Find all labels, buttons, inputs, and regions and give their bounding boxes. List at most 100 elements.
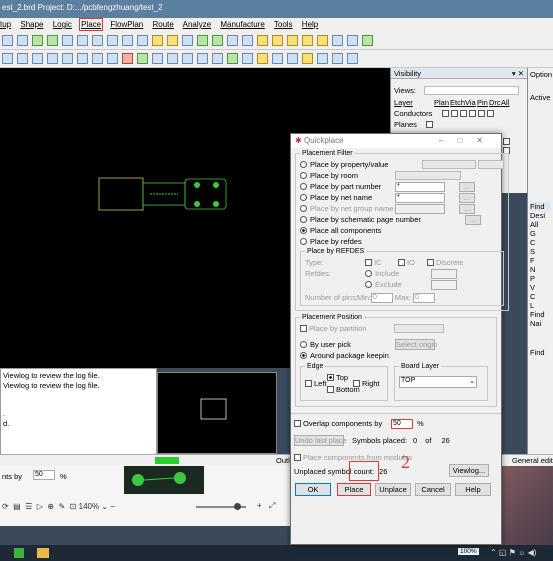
overlap-check[interactable]	[294, 420, 301, 427]
tool-x-icon[interactable]	[347, 53, 358, 64]
tool-e-icon[interactable]	[62, 53, 73, 64]
net-group-input[interactable]	[395, 203, 445, 214]
zoom-minus-icon[interactable]: −	[110, 502, 115, 511]
find-all-button[interactable]: All	[530, 220, 551, 229]
type-ic-check[interactable]	[365, 259, 372, 266]
tool-c-icon[interactable]	[32, 53, 43, 64]
room-select[interactable]	[395, 171, 461, 180]
menu-help[interactable]: Help	[302, 20, 318, 29]
folder-icon[interactable]	[37, 548, 49, 558]
pen-icon[interactable]: ✎	[59, 502, 66, 511]
exclude-input[interactable]	[431, 279, 457, 290]
net-browse-button[interactable]: ...	[459, 192, 475, 203]
include-input[interactable]	[431, 268, 457, 279]
opt-net-name[interactable]: Place by net name *...	[300, 192, 504, 203]
tool-l-icon[interactable]	[167, 53, 178, 64]
user-pick-row[interactable]: By user pick Select origin	[300, 339, 492, 350]
min-input[interactable]: 0	[371, 292, 393, 303]
zoom-plus-icon[interactable]: +	[257, 501, 262, 510]
menu-flowplan[interactable]: FlowPlan	[110, 20, 143, 29]
tool-t-icon[interactable]	[287, 53, 298, 64]
table-icon[interactable]	[227, 35, 238, 46]
partition-select[interactable]	[394, 324, 444, 333]
tray-icons[interactable]: ⌃ ◱ ⚑ ☼ ◀)	[490, 548, 536, 557]
vis-check[interactable]	[478, 110, 485, 117]
tool-r-icon[interactable]	[257, 53, 268, 64]
find-opt-f[interactable]: F	[530, 256, 551, 265]
zoom-window-icon[interactable]	[137, 35, 148, 46]
part-number-input[interactable]: *	[395, 181, 445, 192]
property-select[interactable]	[422, 160, 476, 169]
tool-b-icon[interactable]	[17, 53, 28, 64]
globe-icon[interactable]: ⊕	[47, 502, 54, 511]
opt-net-group[interactable]: Place by net group name...	[300, 203, 504, 214]
edge-bottom[interactable]: Bottom	[327, 384, 360, 395]
vis-check[interactable]	[503, 138, 510, 145]
ok-button[interactable]: OK	[295, 483, 331, 496]
undo-icon[interactable]	[2, 35, 13, 46]
page-browse-button[interactable]: ...	[465, 214, 481, 225]
tool-h-icon[interactable]	[107, 53, 118, 64]
find-opt-n[interactable]: N	[530, 265, 551, 274]
vis-check[interactable]	[469, 110, 476, 117]
tool-k-icon[interactable]	[152, 53, 163, 64]
place-button[interactable]: Place	[337, 483, 371, 496]
app-icon[interactable]	[14, 548, 24, 558]
tool-w-icon[interactable]	[332, 53, 343, 64]
type-io-check[interactable]	[398, 259, 405, 266]
play-icon[interactable]: ▷	[37, 502, 43, 511]
find-opt-v[interactable]: V	[530, 283, 551, 292]
sun-icon[interactable]	[317, 35, 328, 46]
overlap-input[interactable]: 50	[391, 418, 413, 429]
tool-g-icon[interactable]	[92, 53, 103, 64]
page-icon[interactable]: ▤	[13, 502, 21, 511]
window-controls[interactable]: –□✕	[439, 136, 497, 145]
cut-icon[interactable]	[287, 35, 298, 46]
menu-shape[interactable]: Shape	[20, 20, 43, 29]
by-partition-row[interactable]: Place by partition	[300, 323, 492, 334]
find-opt-g[interactable]: G	[530, 229, 551, 238]
edge-left[interactable]: Left	[305, 378, 327, 389]
vis-check[interactable]	[460, 110, 467, 117]
find-opt-c2[interactable]: C	[530, 292, 551, 301]
grid-icon[interactable]	[62, 35, 73, 46]
tool-n-icon[interactable]	[197, 53, 208, 64]
zoom-menu-icon[interactable]: ⌄	[101, 502, 108, 511]
bars-icon[interactable]	[332, 35, 343, 46]
tool-icon[interactable]	[302, 35, 313, 46]
menu-manufacture[interactable]: Manufacture	[220, 20, 264, 29]
info-icon[interactable]	[257, 35, 268, 46]
opt-refdes[interactable]: Place by refdes	[300, 236, 504, 247]
tool-s-icon[interactable]	[272, 53, 283, 64]
pin-icon[interactable]	[32, 35, 43, 46]
tool-i-icon[interactable]	[122, 53, 133, 64]
refresh-icon[interactable]	[152, 35, 163, 46]
vis-check[interactable]	[442, 110, 449, 117]
find-opt-p[interactable]: P	[530, 274, 551, 283]
tool-a-icon[interactable]	[2, 53, 13, 64]
opt-schematic-page[interactable]: Place by schematic page number...	[300, 214, 504, 225]
net-name-input[interactable]: *	[395, 192, 445, 203]
help-button[interactable]: Help	[455, 483, 491, 496]
refresh-icon[interactable]: ⟳	[2, 502, 9, 511]
max-input[interactable]: 0	[413, 292, 435, 303]
fit-icon[interactable]: ⊡	[70, 502, 77, 511]
list-icon[interactable]: ☰	[25, 502, 32, 511]
menu-place[interactable]: Place	[79, 18, 104, 31]
zoom-slider-thumb[interactable]	[234, 503, 241, 510]
vis-check[interactable]	[487, 110, 494, 117]
layers-icon[interactable]	[197, 35, 208, 46]
settings-icon[interactable]	[362, 35, 373, 46]
net-group-browse-button[interactable]: ...	[459, 203, 475, 214]
tool-p-icon[interactable]	[227, 53, 238, 64]
grid2-icon[interactable]	[182, 35, 193, 46]
menu-tools[interactable]: Tools	[274, 20, 293, 29]
find-tab[interactable]: Find	[530, 202, 551, 211]
menu-analyze[interactable]: Analyze	[183, 20, 211, 29]
color-icon[interactable]	[212, 35, 223, 46]
opt-part-number[interactable]: Place by part number *...	[300, 181, 504, 192]
unplace-button[interactable]: Unplace	[375, 483, 411, 496]
find-opt-l[interactable]: L	[530, 301, 551, 310]
find-opt-s[interactable]: S	[530, 247, 551, 256]
x-icon[interactable]	[347, 35, 358, 46]
